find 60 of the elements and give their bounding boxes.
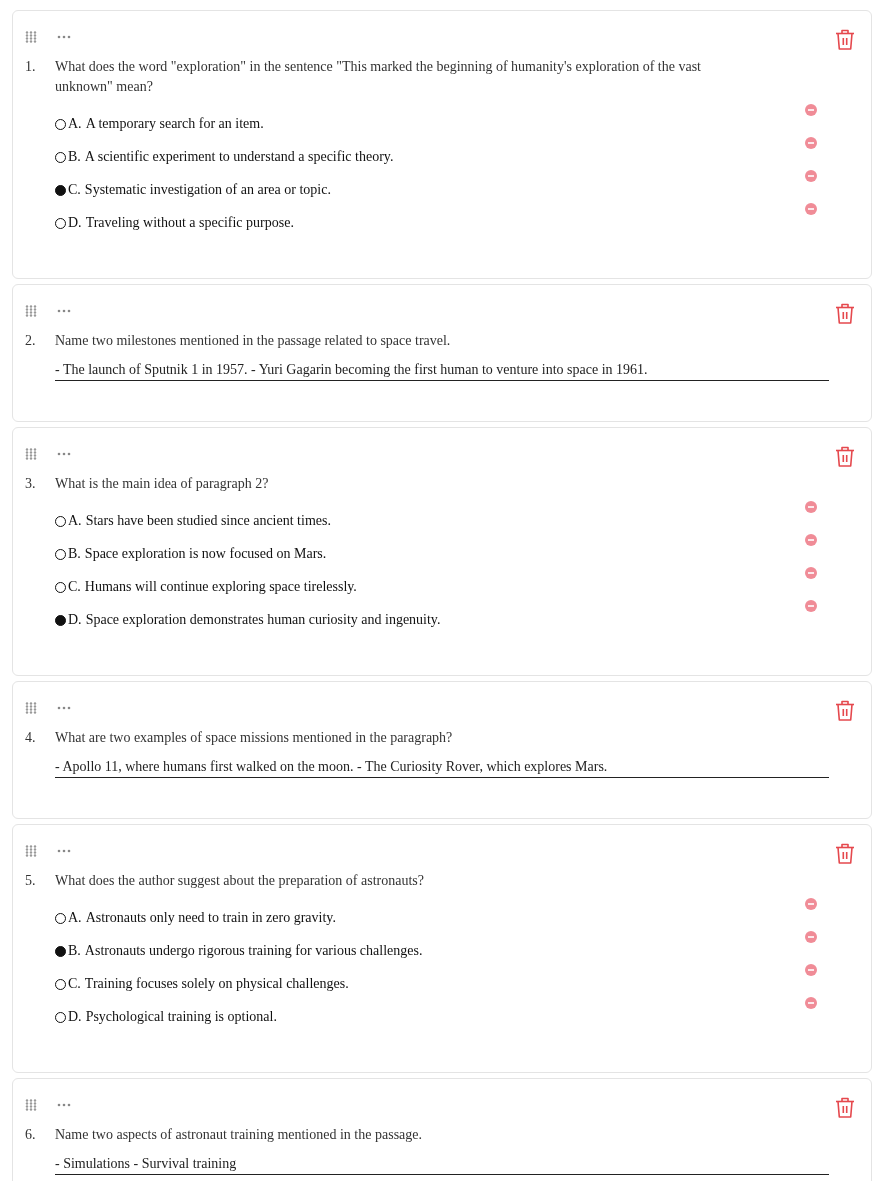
trash-icon[interactable] [835, 446, 855, 468]
radio-button[interactable] [55, 184, 66, 196]
remove-icon[interactable] [805, 600, 817, 612]
trash-icon[interactable] [835, 843, 855, 865]
question-number: 2. [25, 332, 37, 350]
remove-icon[interactable] [805, 203, 817, 215]
more-icon[interactable] [57, 35, 71, 39]
question-number: 1. [25, 58, 37, 76]
remove-icon[interactable] [805, 931, 817, 943]
remove-icon[interactable] [805, 170, 817, 182]
answer-option[interactable]: B. A scientific experiment to understand a specific theory. [55, 144, 394, 170]
answer-option[interactable]: A. Stars have been studied since ancient times. [55, 508, 331, 534]
radio-button[interactable] [55, 614, 66, 626]
answer-option[interactable]: A. A temporary search for an item. [55, 111, 264, 137]
remove-icon[interactable] [805, 567, 817, 579]
answer-option[interactable]: C. Systematic investigation of an area or topic. [55, 177, 331, 203]
remove-icon[interactable] [805, 964, 817, 976]
question-text: What are two examples of space missions mentioned in the paragraph? [55, 729, 453, 747]
drag-handle-icon[interactable] [25, 31, 37, 43]
remove-icon[interactable] [805, 997, 817, 1009]
answer-field[interactable]: - The launch of Sputnik 1 in 1957. - Yuri Gagarin becoming the first human to venture into space in 1961. [55, 360, 829, 381]
drag-handle-icon[interactable] [25, 448, 37, 460]
question-text: What is the main idea of paragraph 2? [55, 475, 269, 493]
question-text: Name two milestones mentioned in the passage related to space travel. [55, 332, 451, 350]
answer-option[interactable]: A. Astronauts only need to train in zero gravity. [55, 905, 336, 931]
trash-icon[interactable] [835, 700, 855, 722]
answer-option[interactable]: D. Space exploration demonstrates human curiosity and ingenuity. [55, 607, 441, 633]
question-text: What does the author suggest about the preparation of astronauts? [55, 872, 424, 890]
remove-icon[interactable] [805, 137, 817, 149]
answer-option[interactable]: C. Humans will continue exploring space tirelessly. [55, 574, 357, 600]
more-icon[interactable] [57, 849, 71, 853]
drag-handle-icon[interactable] [25, 702, 37, 714]
answer-option[interactable]: B. Space exploration is now focused on Mars. [55, 541, 327, 567]
answer-field[interactable]: - Simulations - Survival training [55, 1154, 829, 1175]
trash-icon[interactable] [835, 303, 855, 325]
remove-icon[interactable] [805, 534, 817, 546]
answer-option[interactable]: D. Traveling without a specific purpose. [55, 210, 294, 236]
trash-icon[interactable] [835, 29, 855, 51]
question-number: 5. [25, 872, 37, 890]
answer-option[interactable]: C. Training focuses solely on physical challenges. [55, 971, 349, 997]
question-text: Name two aspects of astronaut training mentioned in the passage. [55, 1126, 422, 1144]
drag-handle-icon[interactable] [25, 845, 37, 857]
question-text: What does the word "exploration" in the sentence "This marked the beginning of humanity's exploration of the vast unknown" mean? [55, 58, 702, 96]
question-number: 4. [25, 729, 37, 747]
more-icon[interactable] [57, 452, 71, 456]
remove-icon[interactable] [805, 898, 817, 910]
drag-handle-icon[interactable] [25, 1099, 37, 1111]
remove-icon[interactable] [805, 501, 817, 513]
more-icon[interactable] [57, 706, 71, 710]
trash-icon[interactable] [835, 1097, 855, 1119]
drag-handle-icon[interactable] [25, 305, 37, 317]
more-icon[interactable] [57, 1103, 71, 1107]
answer-option[interactable]: D. Psychological training is optional. [55, 1004, 277, 1030]
question-number: 3. [25, 475, 37, 493]
radio-button[interactable] [55, 945, 66, 957]
question-number: 6. [25, 1126, 37, 1144]
answer-field[interactable]: - Apollo 11, where humans first walked on the moon. - The Curiosity Rover, which explores Mars. [55, 757, 829, 778]
answer-option[interactable]: B. Astronauts undergo rigorous training for various challenges. [55, 938, 423, 964]
more-icon[interactable] [57, 309, 71, 313]
remove-icon[interactable] [805, 104, 817, 116]
